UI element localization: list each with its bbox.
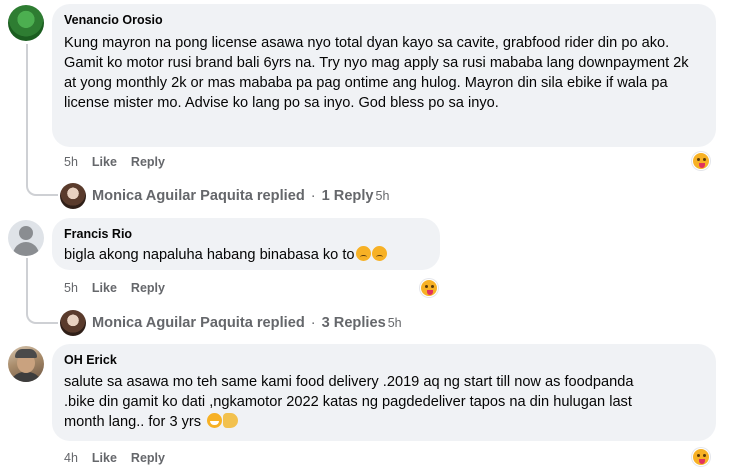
comment-actions: 4h Like Reply <box>64 451 165 465</box>
comment-bubble: Francis Rio bigla akong napaluha habang … <box>52 218 440 270</box>
sad-face-emoji-icon <box>355 246 371 261</box>
replies-time: 5h <box>387 316 402 330</box>
replier-name[interactable]: Monica Aguilar Paquita replied <box>92 188 305 204</box>
reply-button[interactable]: Reply <box>131 281 165 295</box>
flexed-biceps-emoji-icon <box>222 413 238 428</box>
replies-separator: · <box>310 188 316 204</box>
comment-author[interactable]: Venancio Orosio <box>64 12 704 28</box>
replier-name[interactable]: Monica Aguilar Paquita replied <box>92 315 305 331</box>
avatar-francis-rio[interactable] <box>8 220 44 256</box>
default-profile-icon <box>19 226 33 240</box>
replies-count[interactable]: 3 Replies <box>322 315 386 331</box>
avatar-venancio-orosio[interactable] <box>8 5 44 41</box>
comment-author[interactable]: Francis Rio <box>64 226 428 242</box>
avatar-oh-erick[interactable] <box>8 346 44 382</box>
like-button[interactable]: Like <box>92 451 117 465</box>
care-reaction-icon[interactable] <box>692 448 710 466</box>
care-reaction-icon[interactable] <box>420 279 438 297</box>
reply-button[interactable]: Reply <box>131 155 165 169</box>
replier-avatar <box>60 310 86 336</box>
grinning-face-emoji-icon <box>206 413 222 428</box>
comment-actions: 5h Like Reply <box>64 155 165 169</box>
reply-button[interactable]: Reply <box>131 451 165 465</box>
comment-time[interactable]: 5h <box>64 281 78 295</box>
comment-text: bigla akong napaluha habang binabasa ko … <box>64 247 355 263</box>
sad-face-emoji-icon <box>371 246 387 261</box>
comment-text: Kung mayron na pong license asawa nyo to… <box>64 35 689 111</box>
comment-bubble: OH Erick salute sa asawa mo teh same kam… <box>52 344 716 441</box>
comment-author[interactable]: OH Erick <box>64 352 704 368</box>
comment-text-row: salute sa asawa mo teh same kami food de… <box>64 372 659 432</box>
replies-link[interactable]: Monica Aguilar Paquita replied · 3 Repli… <box>60 310 402 336</box>
comment-bubble: Venancio Orosio Kung mayron na pong lice… <box>52 4 716 147</box>
replies-time: 5h <box>375 189 390 203</box>
care-reaction-icon[interactable] <box>692 152 710 170</box>
thread-connector <box>26 258 58 324</box>
replies-count[interactable]: 1 Reply <box>322 188 374 204</box>
like-button[interactable]: Like <box>92 155 117 169</box>
comment-text: salute sa asawa mo teh same kami food de… <box>64 374 634 430</box>
replier-avatar <box>60 183 86 209</box>
comment-time[interactable]: 4h <box>64 451 78 465</box>
comment-actions: 5h Like Reply <box>64 281 165 295</box>
thread-connector <box>26 44 58 196</box>
comment-text-row: bigla akong napaluha habang binabasa ko … <box>64 245 428 265</box>
replies-link[interactable]: Monica Aguilar Paquita replied · 1 Reply… <box>60 183 389 209</box>
replies-separator: · <box>310 315 316 331</box>
comment-time[interactable]: 5h <box>64 155 78 169</box>
like-button[interactable]: Like <box>92 281 117 295</box>
